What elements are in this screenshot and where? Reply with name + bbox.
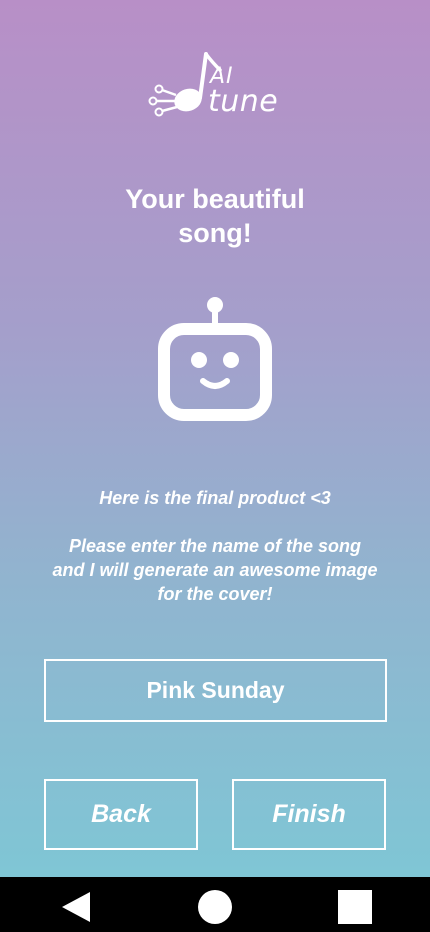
- message-final-product: Here is the final product <3: [99, 488, 331, 508]
- finish-button[interactable]: Finish: [232, 779, 386, 850]
- system-navigation-bar: [0, 877, 430, 932]
- nav-recent-square-icon[interactable]: [337, 889, 373, 925]
- page-title-line1: Your beautiful: [125, 184, 305, 214]
- logo-text-tune: tune: [208, 84, 279, 119]
- finish-button-label: Finish: [272, 800, 346, 828]
- nav-back-triangle-icon[interactable]: [58, 889, 94, 925]
- instruction-message: Here is the final product <3 Please ente…: [30, 486, 400, 606]
- app-screen: AI tune Your beautiful song! Here is the…: [0, 0, 430, 877]
- message-instruction-line1: Please enter the name of the song: [68, 536, 362, 556]
- page-title-line2: song!: [178, 218, 252, 248]
- message-spacer: [30, 510, 400, 534]
- song-name-input[interactable]: Pink Sunday: [44, 659, 387, 722]
- song-name-value: Pink Sunday: [146, 677, 285, 703]
- robot-face-icon: [154, 294, 276, 424]
- message-instruction-line2: and I will generate an awesome image: [52, 560, 378, 580]
- page-title: Your beautiful song!: [0, 182, 430, 250]
- message-instruction-line3: for the cover!: [157, 584, 273, 604]
- nav-home-circle-icon[interactable]: [197, 889, 233, 925]
- back-button[interactable]: Back: [44, 779, 198, 850]
- back-button-label: Back: [91, 800, 151, 828]
- ai-tune-logo: AI tune: [146, 48, 282, 122]
